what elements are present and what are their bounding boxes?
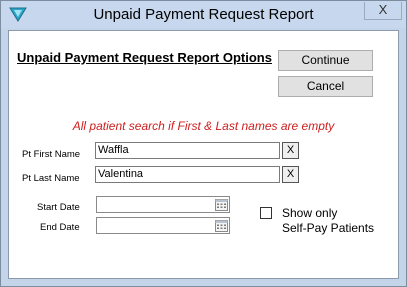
end-date-label: End Date [40, 222, 80, 233]
self-pay-label-line2: Self-Pay Patients [282, 221, 375, 235]
self-pay-checkbox[interactable] [260, 207, 272, 219]
first-name-field[interactable]: Waffla [95, 142, 280, 159]
start-date-label: Start Date [37, 202, 80, 213]
options-heading: Unpaid Payment Request Report Options [17, 50, 272, 65]
last-name-field[interactable]: Valentina [95, 166, 280, 183]
self-pay-label[interactable]: Show only Self-Pay Patients [282, 206, 374, 236]
self-pay-label-line1: Show only [282, 206, 338, 220]
clear-last-name-button[interactable]: X [282, 166, 299, 183]
cancel-button[interactable]: Cancel [278, 76, 373, 97]
first-name-label: Pt First Name [22, 149, 81, 160]
report-window: Unpaid Payment Request Report X Unpaid P… [0, 0, 407, 287]
dialog-body: Unpaid Payment Request Report Options Co… [8, 30, 399, 279]
title-bar[interactable]: Unpaid Payment Request Report X [1, 1, 406, 28]
start-date-field[interactable] [96, 196, 230, 213]
close-button[interactable]: X [364, 2, 402, 20]
end-date-field[interactable] [96, 217, 230, 234]
calendar-icon[interactable] [215, 219, 228, 232]
window-title: Unpaid Payment Request Report [93, 6, 314, 23]
close-icon: X [378, 2, 388, 17]
calendar-icon[interactable] [215, 198, 228, 211]
continue-button[interactable]: Continue [278, 50, 373, 71]
search-notice: All patient search if First & Last names… [72, 119, 335, 133]
clear-first-name-button[interactable]: X [282, 142, 299, 159]
last-name-label: Pt Last Name [22, 173, 80, 184]
